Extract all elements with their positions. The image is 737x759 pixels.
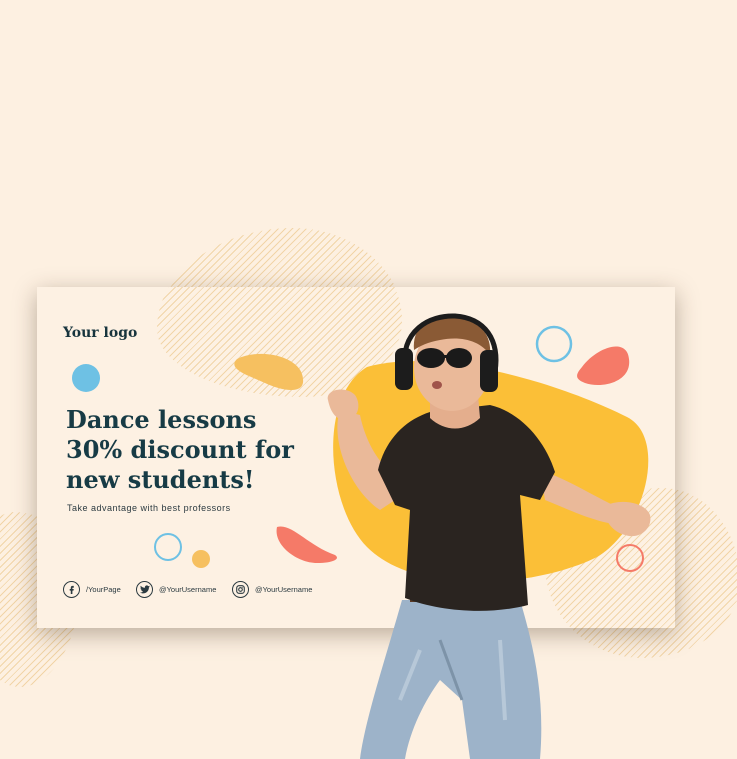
- dancer-photo: [327, 313, 651, 759]
- black-tshirt: [378, 405, 555, 611]
- jeans: [360, 600, 542, 759]
